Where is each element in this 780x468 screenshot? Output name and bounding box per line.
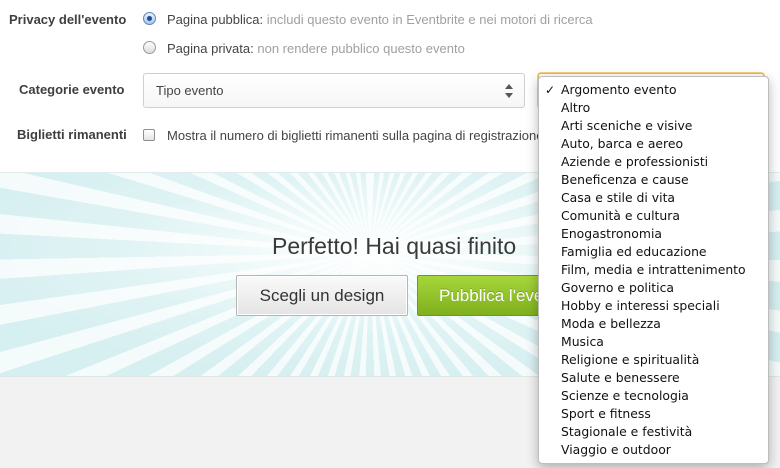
select-arrows-icon	[505, 84, 514, 98]
checkmark-icon: ✓	[545, 83, 556, 97]
dropdown-option[interactable]: Sport e fitness	[539, 405, 768, 423]
privacy-label: Privacy dell'evento	[9, 12, 127, 27]
dropdown-option[interactable]: Hobby e interessi speciali	[539, 297, 768, 315]
dropdown-option-label: Moda e bellezza	[561, 316, 661, 331]
dropdown-option-label: Scienze e tecnologia	[561, 388, 689, 403]
dropdown-option-label: Religione e spiritualità	[561, 352, 700, 367]
choose-design-button[interactable]: Scegli un design	[236, 275, 408, 316]
dropdown-option[interactable]: Viaggio e outdoor	[539, 441, 768, 459]
public-option-label: Pagina pubblica:	[167, 12, 264, 27]
public-option-text[interactable]: Pagina pubblica: includi questo evento i…	[167, 12, 593, 27]
categories-label: Categorie evento	[19, 82, 125, 97]
private-option-description: non rendere pubblico questo evento	[257, 41, 465, 56]
tickets-label: Biglietti rimanenti	[17, 127, 127, 142]
remaining-tickets-checkbox[interactable]	[143, 129, 155, 141]
dropdown-option-label: Sport e fitness	[561, 406, 651, 421]
dropdown-option-label: Auto, barca e aereo	[561, 136, 684, 151]
dropdown-option[interactable]: Musica	[539, 333, 768, 351]
dropdown-option-label: Governo e politica	[561, 280, 674, 295]
dropdown-option-label: Viaggio e outdoor	[561, 442, 671, 457]
dropdown-option[interactable]: Governo e politica	[539, 279, 768, 297]
dropdown-option-label: Altro	[561, 100, 591, 115]
dropdown-option[interactable]: Comunità e cultura	[539, 207, 768, 225]
dropdown-option-label: Hobby e interessi speciali	[561, 298, 720, 313]
dropdown-option[interactable]: Altro	[539, 99, 768, 117]
banner-title: Perfetto! Hai quasi finito	[272, 233, 517, 259]
dropdown-option-label: Comunità e cultura	[561, 208, 680, 223]
event-type-value: Tipo evento	[156, 83, 224, 98]
dropdown-option-label: Salute e benessere	[561, 370, 680, 385]
public-radio[interactable]	[143, 12, 156, 25]
event-type-select[interactable]: Tipo evento	[143, 73, 525, 108]
dropdown-option-label: Stagionale e festività	[561, 424, 693, 439]
dropdown-option[interactable]: Stagionale e festività	[539, 423, 768, 441]
dropdown-option-label: Aziende e professionisti	[561, 154, 709, 169]
topic-dropdown-menu[interactable]: ✓ Argomento evento Altro Arti sceniche e vi…	[538, 76, 769, 464]
dropdown-option[interactable]: Famiglia ed educazione	[539, 243, 768, 261]
private-radio[interactable]	[143, 41, 156, 54]
dropdown-option[interactable]: ✓ Argomento evento	[539, 81, 768, 99]
dropdown-option[interactable]: Casa e stile di vita	[539, 189, 768, 207]
dropdown-option[interactable]: Arti sceniche e visive	[539, 117, 768, 135]
dropdown-option[interactable]: Salute e benessere	[539, 369, 768, 387]
dropdown-option[interactable]: Beneficenza e cause	[539, 171, 768, 189]
dropdown-option[interactable]: Moda e bellezza	[539, 315, 768, 333]
dropdown-option[interactable]: Film, media e intrattenimento	[539, 261, 768, 279]
dropdown-option-label: Musica	[561, 334, 604, 349]
dropdown-option[interactable]: Scienze e tecnologia	[539, 387, 768, 405]
dropdown-option-label: Argomento evento	[561, 82, 677, 97]
private-option-label: Pagina privata:	[167, 41, 254, 56]
private-option-text[interactable]: Pagina privata: non rendere pubblico que…	[167, 41, 465, 56]
remaining-tickets-checkbox-label[interactable]: Mostra il numero di biglietti rimanenti …	[167, 128, 543, 143]
dropdown-option[interactable]: Auto, barca e aereo	[539, 135, 768, 153]
dropdown-option[interactable]: Religione e spiritualità	[539, 351, 768, 369]
dropdown-option-label: Film, media e intrattenimento	[561, 262, 746, 277]
dropdown-option[interactable]: Enogastronomia	[539, 225, 768, 243]
dropdown-option[interactable]: Aziende e professionisti	[539, 153, 768, 171]
dropdown-option-label: Beneficenza e cause	[561, 172, 689, 187]
dropdown-option-label: Arti sceniche e visive	[561, 118, 693, 133]
dropdown-option-label: Enogastronomia	[561, 226, 662, 241]
public-option-description: includi questo evento in Eventbrite e ne…	[266, 12, 593, 27]
dropdown-option-label: Casa e stile di vita	[561, 190, 676, 205]
dropdown-option-label: Famiglia ed educazione	[561, 244, 707, 259]
